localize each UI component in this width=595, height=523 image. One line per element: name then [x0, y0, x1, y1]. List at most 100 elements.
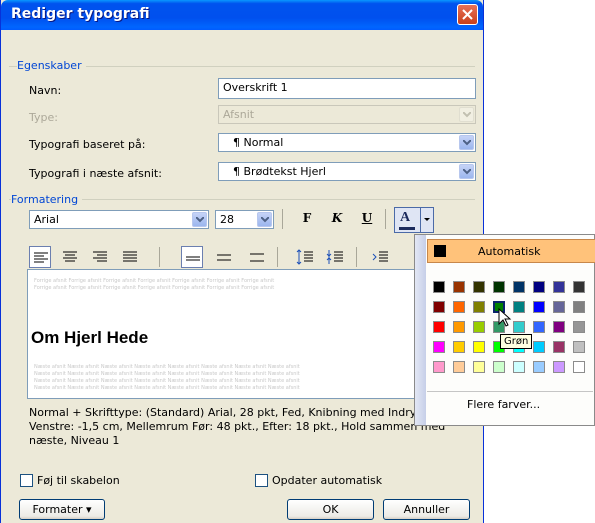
- split-line: [420, 208, 421, 232]
- justify-button[interactable]: [119, 246, 141, 268]
- color-swatch[interactable]: [433, 361, 445, 373]
- underline-button[interactable]: U: [356, 208, 378, 230]
- chevron-down-icon: [463, 169, 471, 175]
- align-left-button[interactable]: [29, 246, 51, 268]
- cancel-button[interactable]: Annuller: [383, 499, 470, 520]
- format-menu-button[interactable]: Formater ▾: [19, 499, 105, 520]
- font-dropdown-button[interactable]: [192, 212, 207, 227]
- justify-icon: [123, 251, 137, 262]
- more-colors-option[interactable]: Flere farver...: [467, 398, 540, 411]
- font-size-dropdown-button[interactable]: [257, 212, 272, 227]
- based-on-value: ¶ Normal: [233, 136, 284, 149]
- palette-divider: [427, 391, 593, 392]
- align-center-button[interactable]: [59, 246, 81, 268]
- font-size-value: 28: [220, 213, 234, 226]
- font-value: Arial: [34, 213, 59, 226]
- automatic-color-option[interactable]: Automatisk: [427, 239, 595, 263]
- ok-button[interactable]: OK: [287, 499, 374, 520]
- preview-heading: Om Hjerl Hede: [31, 328, 149, 347]
- color-swatch[interactable]: [473, 341, 485, 353]
- toolbar-separator: [282, 209, 283, 229]
- color-swatch[interactable]: [493, 281, 505, 293]
- one-half-spacing-button[interactable]: [213, 246, 235, 268]
- type-dropdown-button: [459, 107, 474, 122]
- based-on-label: Typografi baseret på:: [29, 138, 146, 151]
- next-style-value: ¶ Brødtekst Hjerl: [233, 165, 326, 178]
- color-swatch[interactable]: [553, 361, 565, 373]
- color-swatch[interactable]: [453, 321, 465, 333]
- color-swatch[interactable]: [573, 341, 585, 353]
- color-swatch[interactable]: [433, 281, 445, 293]
- close-icon: [462, 9, 473, 20]
- color-swatch[interactable]: [533, 341, 545, 353]
- color-swatch[interactable]: [553, 301, 565, 313]
- color-swatch[interactable]: [433, 301, 445, 313]
- add-to-template-checkbox[interactable]: [20, 474, 33, 487]
- font-select[interactable]: Arial: [29, 210, 209, 229]
- color-swatch[interactable]: [553, 341, 565, 353]
- toolbar-separator: [277, 247, 278, 267]
- color-swatch[interactable]: [553, 321, 565, 333]
- color-swatch[interactable]: [513, 321, 525, 333]
- based-on-dropdown-button[interactable]: [459, 135, 474, 150]
- color-swatch[interactable]: [533, 301, 545, 313]
- based-on-select[interactable]: ¶ Normal: [218, 133, 476, 152]
- next-style-dropdown-button[interactable]: [459, 164, 474, 179]
- chevron-down-icon: [196, 217, 204, 223]
- color-swatch[interactable]: [533, 321, 545, 333]
- mouse-cursor-icon: [498, 308, 512, 327]
- automatic-label: Automatisk: [478, 245, 541, 258]
- next-style-select[interactable]: ¶ Brødtekst Hjerl: [218, 162, 476, 181]
- color-swatch[interactable]: [573, 361, 585, 373]
- chevron-down-icon: [463, 140, 471, 146]
- next-paragraph-text: Næste afsnit Næste afsnit Næste afsnit N…: [34, 385, 300, 391]
- indent-icon: [372, 251, 388, 262]
- color-swatch[interactable]: [573, 301, 585, 313]
- space-before-button[interactable]: [294, 246, 316, 268]
- color-swatch[interactable]: [473, 361, 485, 373]
- color-swatch[interactable]: [453, 281, 465, 293]
- add-to-template-label: Føj til skabelon: [37, 474, 120, 487]
- properties-section-label: Egenskaber: [17, 59, 86, 72]
- color-swatch[interactable]: [473, 301, 485, 313]
- color-swatch[interactable]: [513, 281, 525, 293]
- color-swatch[interactable]: [433, 321, 445, 333]
- single-spacing-button[interactable]: [181, 246, 203, 268]
- close-button[interactable]: [457, 4, 478, 25]
- color-swatch[interactable]: [453, 341, 465, 353]
- color-swatch[interactable]: [473, 281, 485, 293]
- color-swatch[interactable]: [453, 361, 465, 373]
- color-swatch[interactable]: [533, 361, 545, 373]
- italic-button[interactable]: K: [326, 208, 348, 230]
- next-paragraph-text: Næste afsnit Næste afsnit Næste afsnit N…: [34, 378, 300, 384]
- font-size-select[interactable]: 28: [215, 210, 274, 229]
- color-swatch[interactable]: [573, 321, 585, 333]
- color-swatch[interactable]: [573, 281, 585, 293]
- color-swatch[interactable]: [553, 281, 565, 293]
- color-swatch[interactable]: [493, 361, 505, 373]
- double-spacing-button[interactable]: [246, 246, 268, 268]
- indent-button[interactable]: [369, 246, 391, 268]
- color-swatch[interactable]: [453, 301, 465, 313]
- bold-button[interactable]: F: [296, 208, 318, 230]
- toolbar-separator: [356, 247, 357, 267]
- style-preview: Forrige afsnit Forrige afsnit Forrige af…: [27, 269, 457, 399]
- color-swatch[interactable]: [473, 321, 485, 333]
- chevron-down-icon: [261, 217, 269, 223]
- type-select[interactable]: Afsnit: [218, 105, 476, 124]
- color-swatch[interactable]: [533, 281, 545, 293]
- space-after-button[interactable]: [324, 246, 346, 268]
- palette-sidebar: [415, 235, 426, 425]
- color-swatch[interactable]: [513, 361, 525, 373]
- name-field[interactable]: Overskrift 1: [218, 78, 476, 99]
- color-swatch[interactable]: [433, 341, 445, 353]
- space-after-icon: [326, 250, 343, 264]
- type-select-value: Afsnit: [223, 108, 255, 121]
- auto-update-checkbox[interactable]: [255, 474, 268, 487]
- font-color-button[interactable]: A: [394, 207, 434, 233]
- auto-update-label: Opdater automatisk: [272, 474, 383, 487]
- dialog-title: Rediger typografi: [11, 6, 150, 22]
- align-right-button[interactable]: [89, 246, 111, 268]
- next-style-label: Typografi i næste afsnit:: [29, 167, 162, 180]
- color-swatch[interactable]: [513, 301, 525, 313]
